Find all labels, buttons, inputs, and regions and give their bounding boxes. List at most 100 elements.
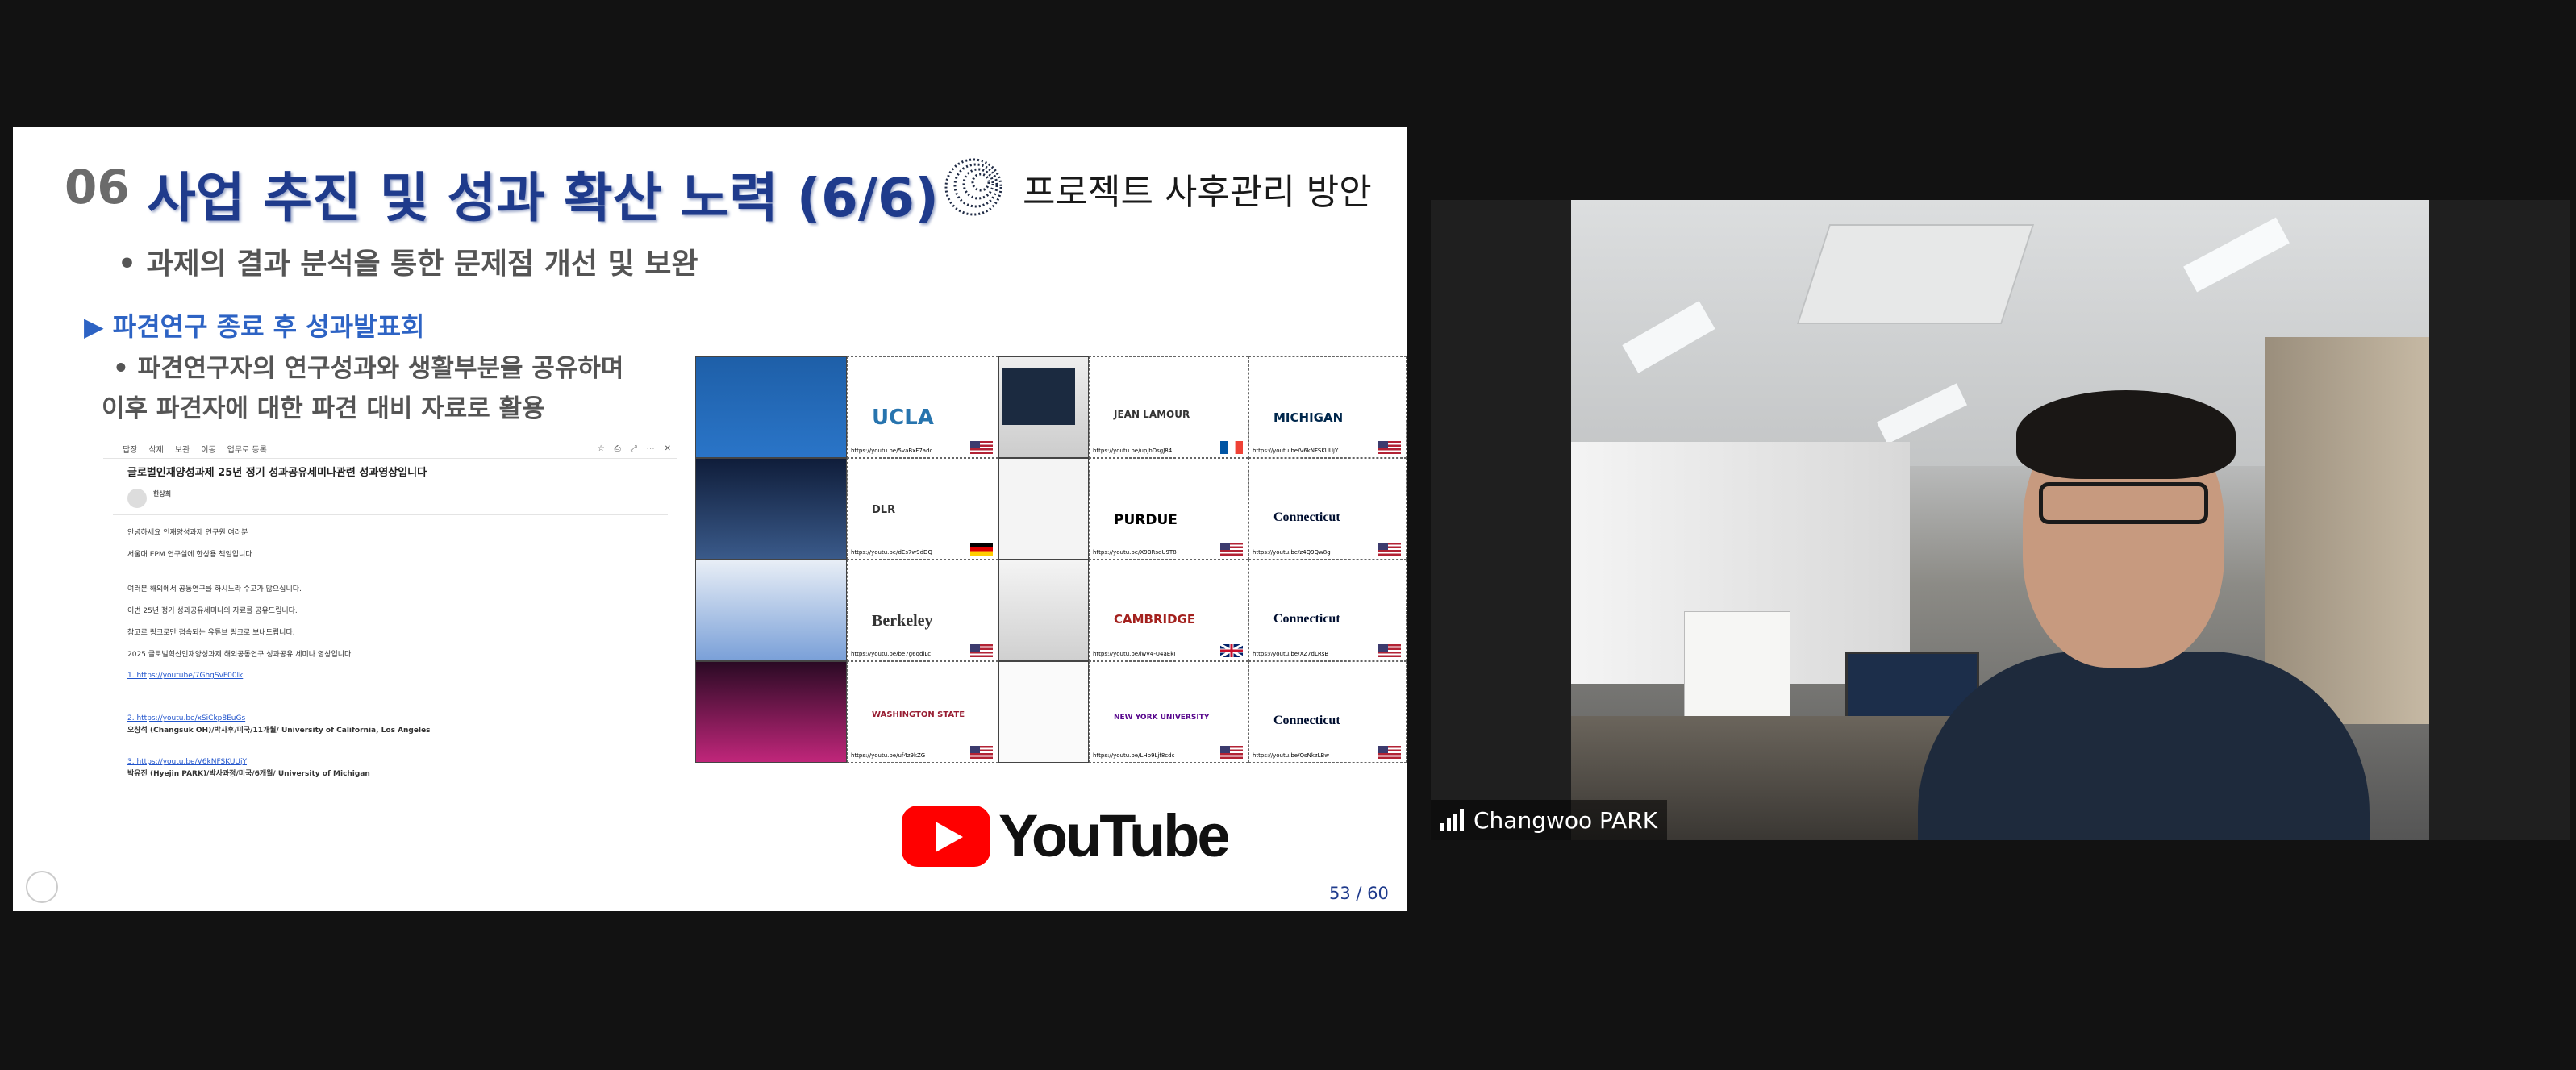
university-seal-icon — [26, 871, 58, 903]
video-url: https://youtu.be/upjbDsgJ84 — [1093, 448, 1173, 454]
move-label: 이동 — [201, 445, 216, 455]
video-url: https://youtu.be/5vaBxF7adc — [851, 448, 933, 454]
video-card: Berkeley https://youtu.be/be7g6qdlLc — [847, 560, 998, 661]
page-number: 53 / 60 — [1329, 884, 1389, 903]
delete-label: 삭제 — [148, 445, 164, 455]
video-url: https://youtu.be/V6kNFSKUUjY — [1253, 448, 1339, 454]
us-flag-icon — [1378, 543, 1401, 556]
archive-label: 보관 — [174, 445, 190, 455]
shared-slide: 06 사업 추진 및 성과 확산 노력 (6/6) 프로젝트 사후관리 방안 •… — [13, 127, 1407, 911]
toolbar-icons: ☆ ⎙ ⤢ ⋯ ✕ — [598, 444, 671, 453]
us-flag-icon — [970, 746, 993, 759]
uk-flag-icon — [1220, 644, 1243, 657]
slide-subtitle: 프로젝트 사후관리 방안 — [1023, 172, 1372, 213]
person-glasses — [2039, 482, 2208, 524]
video-thumbnail — [695, 356, 847, 458]
youtube-logo: YouTube — [902, 801, 1231, 870]
email-screenshot: 답장 삭제 보관 이동 업무로 등록 ☆ ⎙ ⤢ ⋯ ✕ 글로벌인재양성과제 2… — [103, 439, 677, 911]
institution-logo: Connecticut — [1273, 612, 1340, 626]
video-thumbnail — [998, 661, 1089, 763]
video-card: PURDUE https://youtu.be/X9BRseU9T8 — [1089, 458, 1248, 560]
email-subject: 글로벌인재양성과제 25년 정기 성과공유세미나관련 성과영상입니다 — [127, 467, 427, 479]
video-card: NEW YORK UNIVERSITY https://youtu.be/LHp… — [1089, 661, 1248, 763]
star-icon: ☆ — [597, 443, 605, 453]
video-card: DLR https://youtu.be/dEs7w9dDQ — [847, 458, 998, 560]
ceiling-ac-vent — [1796, 224, 2035, 324]
video-card: UCLA https://youtu.be/5vaBxF7adc — [847, 356, 998, 458]
video-link-item: 2. https://youtu.be/xSiCkp8EuGs 오창석 (Cha… — [127, 713, 677, 737]
participant-name: Changwoo PARK — [1473, 806, 1658, 834]
body-line: 2025 글로벌혁신인재양성과제 해외공동연구 성과공유 세미나 영상입니다 — [127, 651, 352, 659]
org-logo-icon — [944, 158, 1002, 216]
video-thumbnail-collage: UCLA https://youtu.be/5vaBxF7adc DLR htt… — [695, 356, 1407, 776]
close-icon: ✕ — [664, 443, 671, 453]
slide-title: 사업 추진 및 성과 확산 노력 (6/6) — [147, 167, 940, 229]
expand-icon: ⤢ — [630, 443, 637, 453]
video-card: Connecticut https://youtu.be/QsNkzLBw — [1248, 661, 1407, 763]
video-url: https://youtu.be/X9BRseU9T8 — [1093, 549, 1177, 556]
body-line: 여러분 해외에서 공동연구를 하시느라 수고가 많으십니다. — [127, 585, 302, 593]
video-link[interactable]: 3. https://youtu.be/V6kNFSKUUjY — [127, 756, 677, 768]
institution-logo: MICHIGAN — [1273, 410, 1344, 425]
us-flag-icon — [1220, 746, 1243, 759]
institution-logo: WASHINGTON STATE — [872, 710, 965, 719]
video-link[interactable]: 2. https://youtu.be/xSiCkp8EuGs — [127, 713, 677, 725]
video-thumbnail — [998, 560, 1089, 661]
bullet-line: • 파견연구자의 연구성과와 생활부분을 공유하며 — [113, 354, 624, 383]
video-url: https://youtu.be/XZ7dLRsB — [1253, 651, 1329, 657]
youtube-wordmark: YouTube — [998, 802, 1231, 869]
institution-logo: Connecticut — [1273, 510, 1340, 524]
email-meta: 한상희 — [127, 489, 677, 508]
us-flag-icon — [970, 441, 993, 454]
researcher-info: 박유진 (Hyejin PARK)/박사과정/미국/6개월/ Universit… — [127, 770, 370, 778]
researcher-info: 오창석 (Changsuk OH)/박사후/미국/11개월/ Universit… — [127, 727, 431, 735]
institution-logo: NEW YORK UNIVERSITY — [1114, 714, 1210, 722]
avatar — [127, 489, 147, 508]
video-card: JEAN LAMOUR https://youtu.be/upjbDsgJ84 — [1089, 356, 1248, 458]
us-flag-icon — [1220, 543, 1243, 556]
us-flag-icon — [970, 644, 993, 657]
video-url: https://youtu.be/QsNkzLBw — [1253, 752, 1330, 759]
video-url: https://youtu.be/dEs7w9dDQ — [851, 549, 932, 556]
sender-info: 한상희 — [153, 489, 171, 508]
institution-logo: CAMBRIDGE — [1114, 612, 1196, 627]
more-icon: ⋯ — [646, 443, 655, 453]
body-line: 참고로 링크로만 접속되는 유튜브 링크로 보내드립니다. — [127, 629, 295, 637]
video-card: WASHINGTON STATE https://youtu.be/uf4z9k… — [847, 661, 998, 763]
institution-logo: Berkeley — [872, 612, 933, 630]
video-url: https://youtu.be/be7g6qdlLc — [851, 651, 932, 657]
email-body: 안녕하세요 인재양성과제 연구원 여러분 서울대 EPM 연구실에 한상용 책임… — [127, 527, 677, 781]
bullet-point-two: • 파견연구자의 연구성과와 생활부분을 공유하며 이후 파견자에 대한 파견 … — [102, 348, 624, 429]
video-link[interactable]: 1. https://youtube/7GhgSvF00lk — [127, 670, 677, 682]
video-thumbnail — [695, 661, 847, 763]
video-thumbnail — [998, 356, 1089, 458]
register-task-label: 업무로 등록 — [227, 445, 267, 455]
email-toolbar: 답장 삭제 보관 이동 업무로 등록 ☆ ⎙ ⤢ ⋯ ✕ — [103, 439, 677, 459]
institution-logo: DLR — [872, 504, 896, 516]
body-line: 서울대 EPM 연구실에 한상용 책임입니다 — [127, 551, 252, 559]
participant-name-tag: Changwoo PARK — [1431, 800, 1668, 840]
connection-signal-icon — [1440, 809, 1464, 831]
video-thumbnail — [998, 458, 1089, 560]
body-line: 안녕하세요 인재양성과제 연구원 여러분 — [127, 529, 248, 537]
bullet-point: • 과제의 결과 분석을 통한 문제점 개선 및 보완 — [118, 248, 698, 281]
sender-name: 한상희 — [153, 490, 172, 498]
video-url: https://youtu.be/uf4z9kZG — [851, 752, 926, 759]
institution-logo: JEAN LAMOUR — [1114, 409, 1190, 420]
slide-section-number: 06 — [65, 160, 130, 214]
de-flag-icon — [970, 543, 993, 556]
participant-video-feed — [1571, 200, 2429, 840]
fr-flag-icon — [1220, 441, 1243, 454]
participant-video-tile[interactable]: Changwoo PARK — [1431, 200, 2570, 840]
us-flag-icon — [1378, 441, 1401, 454]
video-card: MICHIGAN https://youtu.be/V6kNFSKUUjY — [1248, 356, 1407, 458]
bullet-line: 이후 파견자에 대한 파견 대비 자료로 활용 — [102, 394, 545, 423]
us-flag-icon — [1378, 644, 1401, 657]
person-hair — [2016, 390, 2236, 479]
institution-logo: Connecticut — [1273, 714, 1340, 727]
video-url: https://youtu.be/z4Q9Qw8g — [1253, 549, 1331, 556]
video-card: Connecticut https://youtu.be/z4Q9Qw8g — [1248, 458, 1407, 560]
video-link-item: 1. https://youtube/7GhgSvF00lk — [127, 670, 677, 682]
video-link-item: 3. https://youtu.be/V6kNFSKUUjY 박유진 (Hye… — [127, 756, 677, 781]
institution-logo: UCLA — [872, 406, 934, 430]
